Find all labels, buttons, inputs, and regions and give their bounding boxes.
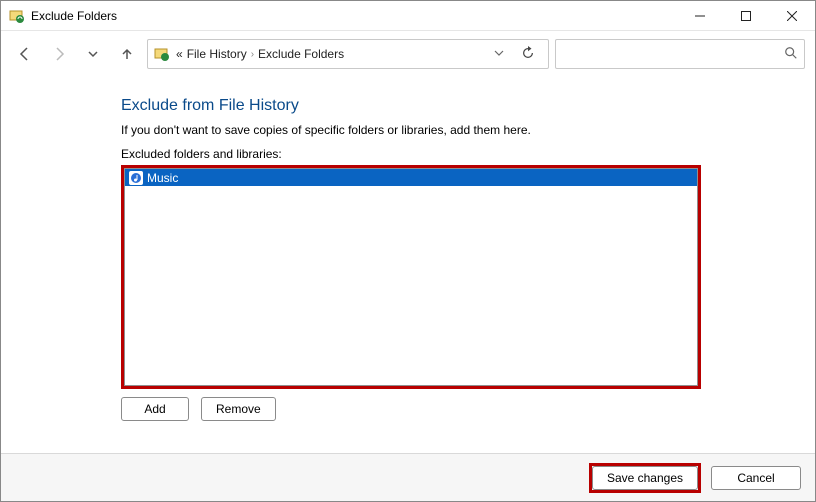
- window-title: Exclude Folders: [31, 9, 117, 23]
- maximize-button[interactable]: [723, 1, 769, 31]
- address-dropdown-button[interactable]: [490, 47, 508, 61]
- footer: Save changes Cancel: [1, 453, 815, 501]
- search-input[interactable]: [562, 46, 784, 62]
- music-library-icon: [129, 171, 143, 185]
- remove-button[interactable]: Remove: [201, 397, 276, 421]
- content-area: Exclude from File History If you don't w…: [1, 77, 815, 421]
- breadcrumb-ellipsis[interactable]: «: [176, 47, 183, 61]
- breadcrumb: « File History › Exclude Folders: [176, 47, 484, 61]
- cancel-button[interactable]: Cancel: [711, 466, 801, 490]
- save-changes-button[interactable]: Save changes: [592, 466, 698, 490]
- recent-locations-button[interactable]: [79, 40, 107, 68]
- add-button[interactable]: Add: [121, 397, 189, 421]
- page-title: Exclude from File History: [121, 97, 795, 115]
- address-bar[interactable]: « File History › Exclude Folders: [147, 39, 549, 69]
- navigation-row: « File History › Exclude Folders: [1, 31, 815, 77]
- location-icon: [154, 46, 170, 62]
- refresh-button[interactable]: [514, 46, 542, 63]
- search-box[interactable]: [555, 39, 805, 69]
- list-button-row: Add Remove: [121, 397, 795, 421]
- breadcrumb-parent[interactable]: File History: [187, 47, 247, 61]
- minimize-button[interactable]: [677, 1, 723, 31]
- excluded-listbox[interactable]: [124, 186, 698, 386]
- list-item[interactable]: Music: [124, 168, 698, 186]
- close-button[interactable]: [769, 1, 815, 31]
- titlebar: Exclude Folders: [1, 1, 815, 31]
- save-highlight: Save changes: [589, 463, 701, 493]
- list-label: Excluded folders and libraries:: [121, 147, 795, 161]
- window-icon: [9, 8, 25, 24]
- list-item-label: Music: [147, 171, 178, 185]
- instruction-text: If you don't want to save copies of spec…: [121, 123, 795, 137]
- back-button[interactable]: [11, 40, 39, 68]
- excluded-list-highlight: Music: [121, 165, 701, 389]
- forward-button[interactable]: [45, 40, 73, 68]
- up-button[interactable]: [113, 40, 141, 68]
- breadcrumb-current[interactable]: Exclude Folders: [258, 47, 344, 61]
- search-icon: [784, 46, 798, 63]
- chevron-right-icon: ›: [251, 49, 254, 60]
